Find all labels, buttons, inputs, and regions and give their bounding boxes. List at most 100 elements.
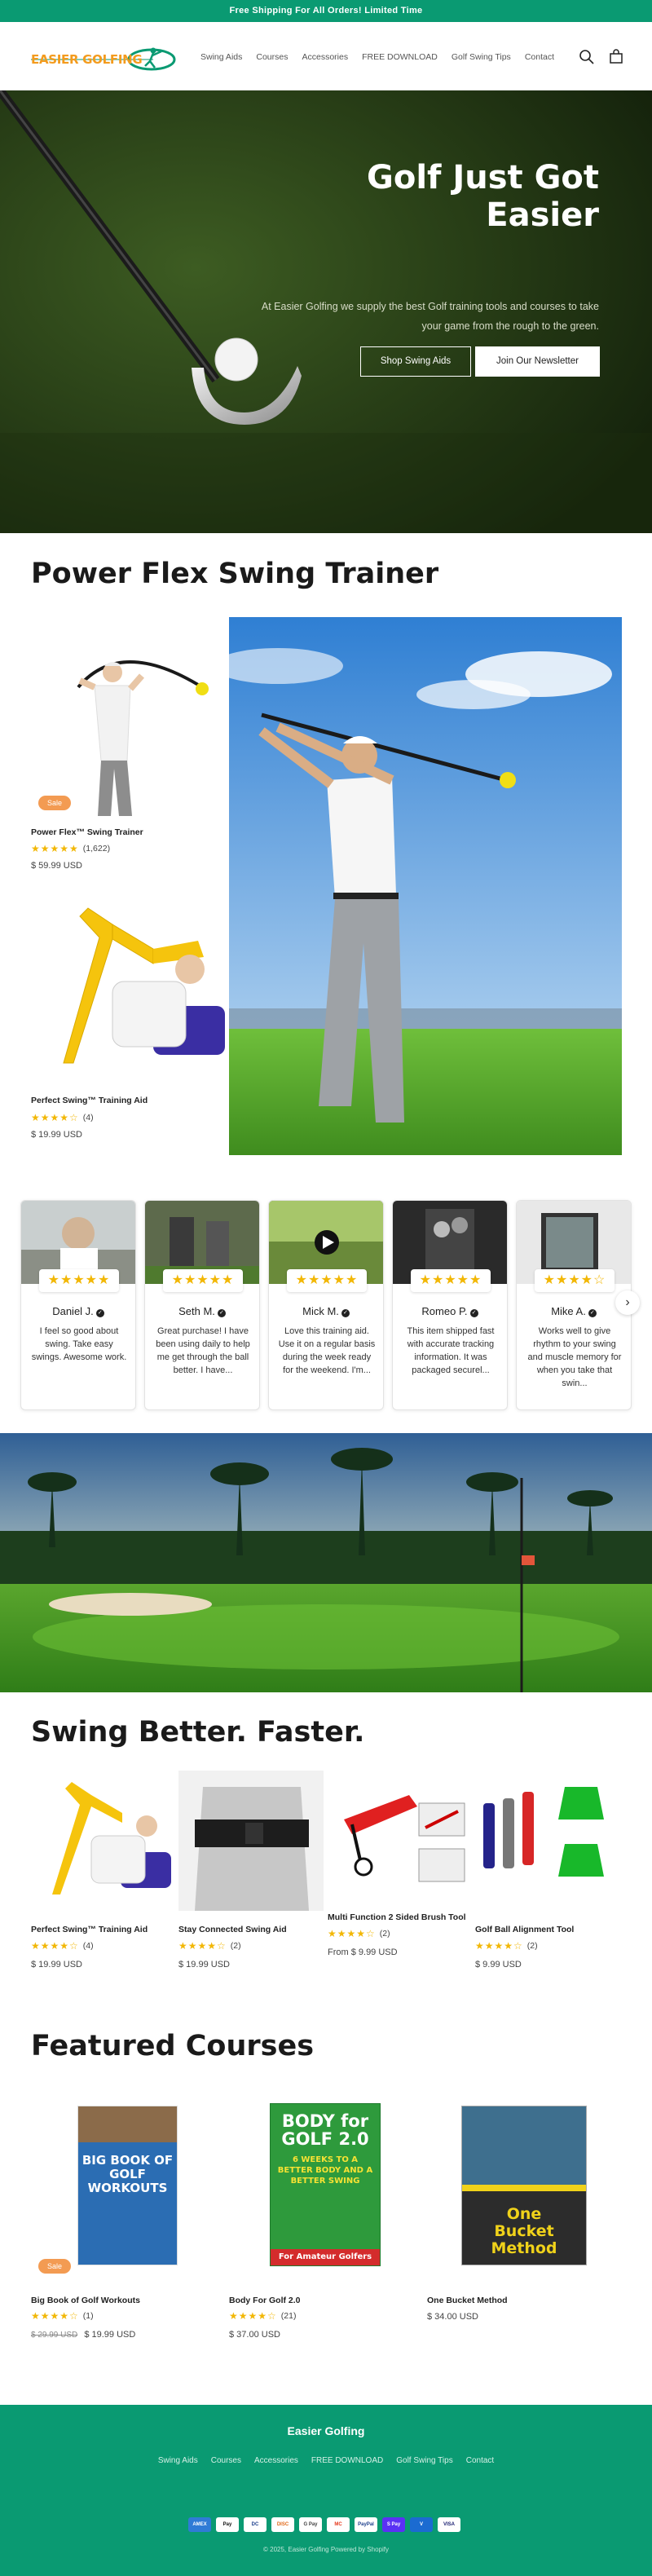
nav-free-download[interactable]: FREE DOWNLOAD (362, 52, 438, 62)
reviewer-name-text: Mike A. (551, 1305, 586, 1317)
product-rating: ★★★★☆ (2) (178, 1940, 241, 1952)
footer-brand[interactable]: Easier Golfing (0, 2424, 652, 2437)
verified-icon: ✓ (469, 1309, 478, 1317)
footer-link-contact[interactable]: Contact (466, 2456, 494, 2465)
cart-icon[interactable] (607, 48, 625, 66)
reviewer-name: Romeo P. ✓ (393, 1305, 507, 1317)
course-name[interactable]: Body For Golf 2.0 (229, 2296, 301, 2305)
rating-stars: ★★★★☆ (31, 2310, 79, 2322)
product-image-alignment-tool[interactable] (475, 1771, 622, 1911)
course-name[interactable]: One Bucket Method (427, 2296, 508, 2305)
reviewer-name-text: Mick M. (302, 1305, 339, 1317)
hero-subtitle: At Easier Golfing we supply the best Gol… (220, 297, 599, 336)
search-icon[interactable] (578, 48, 596, 66)
product-image-perfect-swing[interactable] (31, 892, 225, 1086)
review-count: (1) (82, 2311, 94, 2321)
rating-stars: ★★★★☆ (328, 1928, 376, 1939)
footer-link-swing-aids[interactable]: Swing Aids (158, 2456, 198, 2465)
reviewer-name: Mike A. ✓ (517, 1305, 631, 1317)
section-heading-featured-courses: Featured Courses (31, 2030, 315, 2062)
review-count: (21) (280, 2311, 297, 2321)
rating-stars: ★★★★☆ (31, 1112, 79, 1123)
shop-pay-icon: S Pay (382, 2517, 405, 2532)
product-name[interactable]: Perfect Swing™ Training Aid (31, 1925, 148, 1934)
product-name[interactable]: Perfect Swing™ Training Aid (31, 1096, 148, 1105)
product-image-power-flex[interactable] (31, 630, 218, 818)
review-count: (2) (379, 1929, 390, 1939)
apple-pay-icon: Pay (216, 2517, 239, 2532)
product-name[interactable]: Power Flex™ Swing Trainer (31, 827, 143, 837)
product-rating: ★★★★★ (1,622) (31, 843, 110, 854)
nav-contact[interactable]: Contact (525, 52, 554, 62)
rating-stars: ★★★★☆ (475, 1940, 523, 1952)
review-card[interactable]: ★★★★★ Mick M. ✓ Love this training aid. U… (268, 1200, 384, 1410)
review-stars: ★★★★★ (39, 1269, 119, 1292)
review-card[interactable]: ★★★★★ Daniel J. ✓ I feel so good about sw… (20, 1200, 136, 1410)
site-logo[interactable]: EASIER GOLFING (31, 43, 178, 76)
nav-courses[interactable]: Courses (256, 52, 288, 62)
verified-icon: ✓ (95, 1309, 104, 1317)
course-cover-one-bucket[interactable]: One Bucket Method (461, 2106, 587, 2265)
mastercard-icon: MC (327, 2517, 350, 2532)
course-price: $ 37.00 USD (229, 2330, 280, 2340)
hero-subtitle-line-1: At Easier Golfing we supply the best Gol… (261, 301, 599, 312)
cover-title: BODY for GOLF 2.0 (281, 2111, 369, 2149)
product-price: $ 19.99 USD (31, 1960, 82, 1969)
nav-golf-swing-tips[interactable]: Golf Swing Tips (452, 52, 511, 62)
join-newsletter-button[interactable]: Join Our Newsletter (475, 346, 600, 377)
sale-price: $ 19.99 USD (84, 2330, 136, 2340)
reviewer-name: Daniel J. ✓ (21, 1305, 135, 1317)
footer-link-free-download[interactable]: FREE DOWNLOAD (311, 2456, 383, 2465)
product-price: $ 19.99 USD (31, 1130, 82, 1140)
section-heading-power-flex: Power Flex Swing Trainer (31, 558, 439, 590)
sale-badge: Sale (38, 2259, 71, 2274)
product-name[interactable]: Stay Connected Swing Aid (178, 1925, 287, 1934)
product-price: $ 59.99 USD (31, 861, 82, 871)
review-card[interactable]: ★★★★★ Seth M. ✓ Great purchase! I have be… (144, 1200, 260, 1410)
rating-stars: ★★★★☆ (229, 2310, 277, 2322)
review-card[interactable]: ★★★★★ Romeo P. ✓ This item shipped fast w… (392, 1200, 508, 1410)
reviewer-name: Mick M. ✓ (269, 1305, 383, 1317)
verified-icon: ✓ (588, 1309, 597, 1317)
verified-icon: ✓ (341, 1309, 350, 1317)
product-rating: ★★★★☆ (2) (475, 1940, 538, 1952)
footer-link-golf-swing-tips[interactable]: Golf Swing Tips (396, 2456, 452, 2465)
product-name[interactable]: Multi Function 2 Sided Brush Tool (328, 1912, 466, 1922)
cover-title: BIG BOOK OF GOLF WORKOUTS (78, 2142, 177, 2265)
review-text: Great purchase! I have been using daily … (156, 1326, 250, 1375)
course-name[interactable]: Big Book of Golf Workouts (31, 2296, 140, 2305)
shop-swing-aids-button[interactable]: Shop Swing Aids (360, 346, 471, 377)
product-image-perfect-swing[interactable] (31, 1771, 171, 1911)
review-text: Works well to give rhythm to your swing … (527, 1326, 622, 1388)
reviewer-name-text: Seth M. (178, 1305, 215, 1317)
verified-icon: ✓ (217, 1309, 226, 1317)
review-text: Love this training aid. Use it on a regu… (278, 1326, 376, 1375)
footer-link-accessories[interactable]: Accessories (254, 2456, 298, 2465)
review-text: This item shipped fast with accurate tra… (407, 1326, 495, 1375)
course-cover-big-book[interactable]: BIG BOOK OF GOLF WORKOUTS (77, 2106, 178, 2265)
course-price: $ 34.00 USD (427, 2312, 478, 2322)
rating-stars: ★★★★★ (31, 843, 79, 854)
review-stars: ★★★★★ (411, 1269, 491, 1292)
hero-title: Golf Just Got Easier (367, 159, 599, 234)
product-image-stay-connected[interactable] (178, 1771, 324, 1911)
footer-link-courses[interactable]: Courses (211, 2456, 241, 2465)
cover-footer: For Amateur Golfers (271, 2249, 380, 2265)
product-name[interactable]: Golf Ball Alignment Tool (475, 1925, 574, 1934)
carousel-next-arrow-icon[interactable]: › (615, 1290, 640, 1315)
rating-stars: ★★★★☆ (31, 1940, 79, 1952)
nav-accessories[interactable]: Accessories (302, 52, 348, 62)
sale-badge: Sale (38, 796, 71, 810)
logo-text: EASIER GOLFING (31, 52, 143, 67)
review-card[interactable]: ★★★★☆ Mike A. ✓ Works well to give rhythm… (516, 1200, 632, 1410)
review-count: (4) (82, 1113, 94, 1123)
venmo-icon: V (410, 2517, 433, 2532)
announcement-bar: Free Shipping For All Orders! Limited Ti… (0, 0, 652, 22)
review-stars: ★★★★★ (287, 1269, 367, 1292)
review-count: (2) (230, 1941, 241, 1951)
course-cover-body-for-golf[interactable]: BODY for GOLF 2.0 6 WEEKS TO A BETTER BO… (270, 2103, 381, 2266)
product-image-brush-tool[interactable] (328, 1771, 473, 1911)
reviewer-name-text: Romeo P. (421, 1305, 468, 1317)
nav-swing-aids[interactable]: Swing Aids (200, 52, 242, 62)
hero-subtitle-line-2: your game from the rough to the green. (421, 320, 600, 332)
